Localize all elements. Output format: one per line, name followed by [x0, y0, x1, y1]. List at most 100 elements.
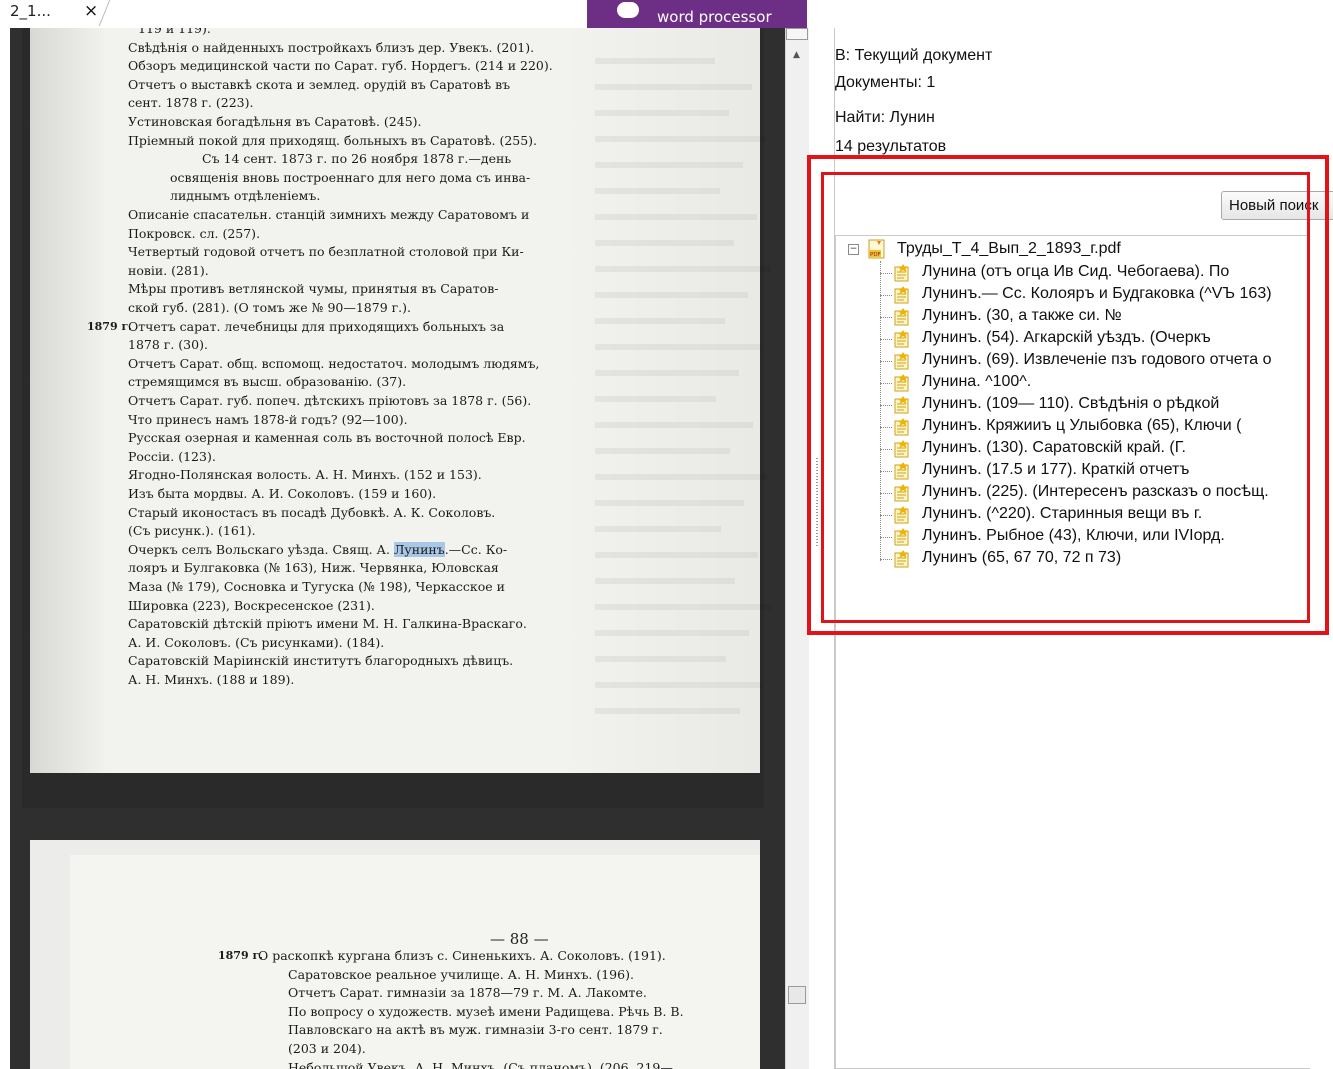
document-scrollbar[interactable]: ▲	[785, 28, 810, 1069]
new-search-button[interactable]: Новый поиск	[1221, 191, 1333, 220]
text-line: 1879 г. О раскопкѣ кургана близъ с. Синен…	[218, 946, 666, 965]
text-line: Очеркъ селъ Вольскаго уѣзда. Свящ. А. Лу…	[128, 540, 507, 559]
line-text: освященія вновь построеннаго для него до…	[170, 169, 531, 185]
text-line: Отчетъ Сарат. губ. попеч. дѣтскихъ пріют…	[128, 391, 531, 410]
search-result-label: Лунинъ. (17.5 и 177). Краткій отчетъ	[922, 461, 1190, 478]
line-text: Отчетъ сарат. лечебницы для приходящихъ …	[128, 318, 505, 334]
search-result-label: Лунинъ. (^220). Старинныя вещи въ г.	[922, 505, 1203, 522]
text-line: (203 и 204).	[288, 1039, 366, 1058]
search-result-item[interactable]: Лунинъ. (130). Саратовскій край. (Г.	[880, 438, 1310, 460]
search-results-tree[interactable]: − PDF Труды_Т_4_Вып_2_1893_г.pdf Лунина …	[835, 235, 1310, 1069]
search-result-label: Лунинъ. Рыбное (43), Ключи, или IVIорд.	[922, 527, 1225, 544]
line-text: Небольшой Увекъ. А. Н. Минхъ. (Съ планом…	[288, 1059, 673, 1069]
bleed-through-line	[595, 422, 753, 428]
line-text: Маза (№ 179), Сосновка и Тугуска (№ 198)…	[128, 579, 505, 594]
line-text: Старый иконостасъ въ посадѣ Дубовкѣ. А. …	[128, 504, 496, 520]
tree-connector	[880, 383, 892, 384]
line-text: лояръ и Булгаковка (№ 163), Ниж. Червянк…	[128, 560, 499, 576]
text-line: А. Н. Минхъ. (188 и 189).	[128, 670, 294, 689]
search-panel: В: Текущий документ Документы: 1 Найти: …	[835, 28, 1333, 1069]
tab-edge	[98, 0, 111, 26]
tree-connector	[880, 427, 892, 428]
search-result-label: Лунинъ.— Сс. Колояръ и Будгаковка (^VЪ 1…	[922, 285, 1272, 302]
search-result-item[interactable]: Лунинъ.— Сс. Колояръ и Будгаковка (^VЪ 1…	[880, 284, 1310, 306]
search-result-item[interactable]: Лунинъ. Кряжииъ ц Улыбовка (65), Ключи (	[880, 416, 1310, 438]
tree-connector	[880, 339, 892, 340]
document-viewer[interactable]: 119 и 119). Свѣдѣнія о найденныхъ построй…	[10, 28, 808, 1069]
search-highlight[interactable]: Лунинъ	[393, 541, 445, 557]
scroll-up-arrow-icon[interactable]: ▲	[793, 50, 800, 60]
tree-connector	[880, 471, 892, 472]
search-result-item[interactable]: Лунинъ. (69). Извлеченіе пзъ годового от…	[880, 350, 1310, 372]
line-text: 1878 г. (30).	[128, 337, 208, 353]
text-line: Отчетъ Сарат. общ. вспомощ. недостаточ. …	[128, 354, 539, 373]
text-line: Небольшой Увекъ. А. Н. Минхъ. (Съ планом…	[288, 1058, 673, 1069]
line-text: О раскопкѣ кургана близъ с. Синенькихъ. …	[258, 948, 666, 963]
text-line: Устиновская богадѣльня въ Саратовѣ. (245…	[128, 112, 422, 131]
bleed-through-line	[595, 578, 735, 584]
line-text: Отчетъ Сарат. гимназіи за 1878—79 г. М. …	[288, 985, 647, 1001]
line-text: Пріемный покой для приходящ. больныхъ въ…	[128, 132, 538, 148]
text-line: Отчетъ Сарат. гимназіи за 1878—79 г. М. …	[288, 983, 647, 1002]
text-line: Старый иконостасъ въ посадѣ Дубовкѣ. А. …	[128, 503, 495, 522]
search-result-icon	[893, 528, 911, 546]
text-line: Изъ быта мордвы. А. И. Соколовъ. (159 и …	[128, 484, 436, 503]
tree-connector	[880, 515, 892, 516]
line-text: лиднымъ отдѣленіемъ.	[170, 188, 321, 204]
root-file-label[interactable]: Труды_Т_4_Вып_2_1893_г.pdf	[897, 240, 1121, 258]
line-text: 119 и 119).	[138, 28, 211, 36]
bleed-through-line	[595, 526, 721, 532]
bleed-through-line	[595, 448, 730, 454]
tree-connector	[880, 537, 892, 538]
line-text: Русская озерная и каменная соль въ восто…	[128, 430, 526, 446]
search-result-item[interactable]: Лунинъ. (30, а также си. №	[880, 306, 1310, 328]
document-tab[interactable]: 2_1...	[10, 2, 51, 20]
line-text: новіи. (281).	[128, 262, 209, 278]
text-line: Описаніе спасательн. станцій зимнихъ меж…	[128, 205, 529, 224]
page-gutter	[30, 28, 105, 773]
bleed-through-line	[595, 370, 739, 376]
text-line: освященія вновь построеннаго для него до…	[170, 168, 530, 187]
text-line: Россіи. (123).	[128, 447, 216, 466]
text-line: Саратовскій Маріинскій институтъ благоро…	[128, 651, 513, 670]
scrollbar-top-box[interactable]	[786, 28, 808, 40]
bleed-through-line	[595, 110, 729, 116]
search-result-icon	[893, 462, 911, 480]
margin-year: 1879 г.	[87, 319, 133, 333]
brand-logo-icon	[617, 2, 639, 18]
search-result-item[interactable]: Лунинъ. Рыбное (43), Ключи, или IVIорд.	[880, 526, 1310, 548]
search-result-item[interactable]: Лунинъ. (109— 110). Свѣдѣнія о рѣдкой	[880, 394, 1310, 416]
text-line: Саратовское реальное училище. А. Н. Минх…	[288, 965, 634, 984]
search-result-item[interactable]: Лунинъ. (17.5 и 177). Краткій отчетъ	[880, 460, 1310, 482]
documents-count: Документы: 1	[835, 74, 936, 91]
brand-banner: word processor	[587, 0, 807, 28]
brand-label: word processor	[657, 8, 772, 26]
search-result-item[interactable]: Лунина. ^100^.	[880, 372, 1310, 394]
close-tab-icon[interactable]: ×	[84, 1, 98, 21]
search-result-item[interactable]: Лунинъ. (225). (Интересенъ разсказъ о по…	[880, 482, 1310, 504]
search-result-icon	[893, 308, 911, 326]
search-result-label: Лунинъ. (225). (Интересенъ разсказъ о по…	[922, 483, 1269, 500]
scrollbar-thumb[interactable]	[788, 986, 806, 1004]
bleed-through-line	[595, 604, 772, 610]
line-text-after: .—Сс. Ко-	[444, 541, 508, 557]
line-text: стремящимся въ высш. образованію. (37).	[128, 374, 407, 390]
line-text: Съ 14 сент. 1873 г. по 26 ноября 1878 г.…	[202, 151, 512, 167]
line-text: Мѣры противъ ветлянской чумы, принятыя в…	[128, 281, 499, 297]
line-text: Ягодно-Полянская волость. А. Н. Минхъ. (…	[128, 467, 482, 483]
search-result-item[interactable]: Лунинъ (65, 67 70, 72 п 73)	[880, 548, 1310, 570]
search-result-item[interactable]: Лунинъ. (^220). Старинныя вещи въ г.	[880, 504, 1310, 526]
line-text: Павловскаго на актѣ въ муж. гимназіи 3-г…	[288, 1022, 663, 1038]
search-result-label: Лунинъ. (54). Агкарскій уѣздъ. (Очеркъ	[922, 329, 1211, 346]
search-result-item[interactable]: Лунина (отъ огца Ив Сид. Чебогаева). По	[880, 262, 1310, 284]
bleed-through-line	[595, 188, 720, 194]
margin-year: 1879 г.	[218, 949, 264, 962]
tree-collapse-icon[interactable]: −	[848, 244, 859, 255]
splitter-grip-icon[interactable]	[816, 458, 818, 548]
search-result-icon	[893, 418, 911, 436]
search-result-label: Лунина (отъ огца Ив Сид. Чебогаева). По	[922, 263, 1230, 280]
search-result-item[interactable]: Лунинъ. (54). Агкарскій уѣздъ. (Очеркъ	[880, 328, 1310, 350]
pane-splitter[interactable]	[809, 28, 835, 1069]
line-text: Что принесъ намъ 1878-й годъ? (92—100).	[128, 411, 408, 427]
bleed-through-line	[595, 292, 748, 298]
